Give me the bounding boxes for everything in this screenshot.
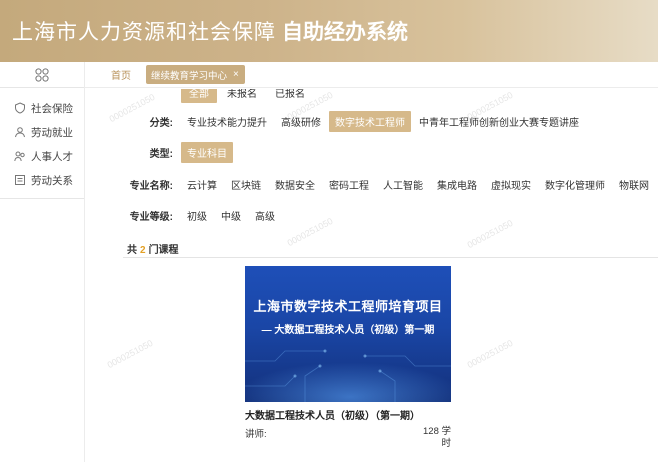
app-title: 上海市人力资源和社会保障 (12, 20, 276, 44)
type-filter: 类型: 专业科目 (85, 142, 235, 163)
type-option-selected[interactable]: 专业科目 (181, 142, 233, 163)
result-count-number: 2 (140, 245, 146, 256)
major-option[interactable]: 物联网 (613, 174, 655, 195)
relations-icon (15, 175, 25, 185)
course-hours-value: 128 学 (423, 426, 451, 437)
major-option[interactable]: 密码工程 (323, 174, 375, 195)
category-option[interactable]: 专业技术能力提升 (181, 111, 273, 132)
tab-home[interactable]: 首页 (111, 67, 131, 82)
major-option[interactable]: 虚拟现实 (485, 174, 537, 195)
level-option[interactable]: 初级 (181, 205, 213, 226)
major-option[interactable]: 集成电路 (431, 174, 483, 195)
sidebar-item-label: 劳动关系 (31, 174, 73, 187)
course-hours: 128 学 时 (415, 426, 451, 450)
apps-grid-icon (35, 67, 49, 82)
course-cover-subtitle: — 大数据工程技术人员（初级）第一期 (261, 325, 435, 336)
sidebar-item-talent[interactable]: 人事人才 (0, 144, 84, 168)
course-cover-image[interactable]: 上海市数字技术工程师培育项目 — 大数据工程技术人员（初级）第一期 (245, 266, 451, 402)
sidebar-menu: 社会保险 劳动就业 人事人才 劳动关系 (0, 88, 84, 199)
category-option-selected[interactable]: 数字技术工程师 (329, 111, 411, 132)
major-option[interactable]: 云计算 (181, 174, 223, 195)
status-option-all[interactable]: 全部 (181, 89, 217, 103)
level-option[interactable]: 高级 (249, 205, 281, 226)
watermark: 0000251050 (465, 217, 515, 251)
watermark: 0000251050 (465, 337, 515, 371)
sidebar-item-label: 人事人才 (31, 150, 73, 163)
sidebar-item-employment[interactable]: 劳动就业 (0, 120, 84, 144)
sidebar-item-labor-relations[interactable]: 劳动关系 (0, 168, 84, 192)
main-content: 0000251050 0000251050 0000251050 0000251… (85, 89, 658, 462)
close-icon[interactable]: × (233, 69, 239, 80)
category-option[interactable]: 中青年工程师创新创业大赛专题讲座 (413, 111, 585, 132)
category-label: 分类: (149, 118, 173, 129)
course-name[interactable]: 大数据工程技术人员（初级）（第一期） (245, 407, 451, 422)
sidebar-item-label: 劳动就业 (31, 126, 73, 139)
major-filter: 专业名称: 云计算 区块链 数据安全 密码工程 人工智能 集成电路 虚拟现实 数… (85, 174, 657, 195)
insurance-icon (15, 102, 25, 114)
watermark: 0000251050 (105, 337, 155, 371)
level-option[interactable]: 中级 (215, 205, 247, 226)
major-option[interactable]: 数据安全 (269, 174, 321, 195)
course-card[interactable]: 上海市数字技术工程师培育项目 — 大数据工程技术人员（初级）第一期 大数据工程技… (245, 266, 451, 450)
employment-icon (15, 127, 25, 138)
talent-icon (14, 151, 25, 162)
status-option-registered[interactable]: 已报名 (267, 89, 313, 103)
major-option[interactable]: 数字化管理师 (539, 174, 611, 195)
sidebar: 社会保险 劳动就业 人事人才 劳动关系 (0, 62, 85, 462)
major-label: 专业名称: (129, 181, 173, 192)
category-filter: 分类: 专业技术能力提升 高级研修 数字技术工程师 中青年工程师创新创业大赛专题… (85, 111, 587, 132)
sidebar-item-label: 社会保险 (31, 102, 73, 115)
course-meta: 讲师: 128 学 时 (245, 426, 451, 450)
result-count: 共 2 门课程 (127, 241, 179, 256)
result-count-prefix: 共 (127, 245, 137, 256)
status-option-unregistered[interactable]: 未报名 (219, 89, 265, 103)
status-filter: 全部 未报名 已报名 (181, 89, 315, 103)
teacher-label: 讲师: (245, 429, 267, 440)
level-filter: 专业等级: 初级 中级 高级 (85, 205, 283, 226)
major-option[interactable]: 区块链 (225, 174, 267, 195)
major-option[interactable]: 人工智能 (377, 174, 429, 195)
sidebar-item-social-insurance[interactable]: 社会保险 (0, 96, 84, 120)
course-hours-unit: 时 (441, 438, 451, 449)
apps-grid-button[interactable] (0, 62, 84, 88)
app-header: 上海市人力资源和社会保障 自助经办系统 (0, 0, 658, 62)
level-label: 专业等级: (129, 212, 173, 223)
result-count-suffix: 门课程 (148, 245, 179, 256)
tab-bar: 首页 继续教育学习中心 × (85, 62, 658, 88)
tab-label: 继续教育学习中心 (151, 70, 228, 82)
watermark: 0000251050 (285, 215, 335, 249)
type-label: 类型: (149, 149, 173, 160)
category-option[interactable]: 高级研修 (275, 111, 327, 132)
app-subtitle: 自助经办系统 (282, 20, 408, 44)
tab-continuing-education[interactable]: 继续教育学习中心 × (146, 65, 245, 84)
divider (123, 257, 658, 258)
cover-glow (245, 362, 451, 402)
course-cover-title: 上海市数字技术工程师培育项目 (253, 299, 443, 314)
